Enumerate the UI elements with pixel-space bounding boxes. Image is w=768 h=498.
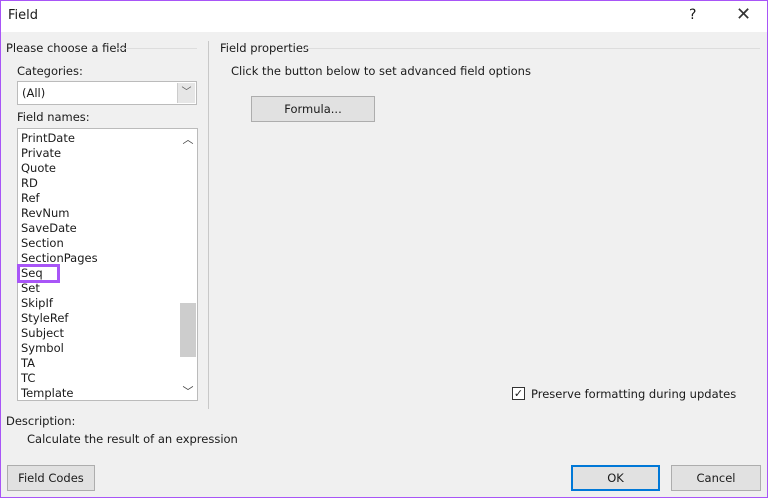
ok-button[interactable]: OK <box>571 465 660 491</box>
categories-label: Categories: <box>17 64 83 78</box>
choose-field-group-label: Please choose a field <box>6 41 127 55</box>
list-item[interactable]: Symbol <box>21 341 64 356</box>
list-item[interactable]: Section <box>21 236 64 251</box>
list-item[interactable]: Ref <box>21 191 40 206</box>
formula-button[interactable]: Formula... <box>251 96 375 122</box>
list-item[interactable]: StyleRef <box>21 311 68 326</box>
list-item[interactable]: RD <box>21 176 38 191</box>
list-item[interactable]: Set <box>21 281 40 296</box>
list-item[interactable]: Private <box>21 146 61 161</box>
instruction-text: Click the button below to set advanced f… <box>231 64 531 78</box>
list-item[interactable]: SaveDate <box>21 221 77 236</box>
categories-value: (All) <box>22 86 45 100</box>
preserve-formatting-checkbox[interactable]: ✓ <box>512 387 525 400</box>
list-item[interactable]: Quote <box>21 161 56 176</box>
list-item[interactable]: RevNum <box>21 206 69 221</box>
description-text: Calculate the result of an expression <box>27 432 238 446</box>
group-divider <box>117 48 197 49</box>
selection-highlight <box>17 264 60 283</box>
dialog-title: Field <box>8 8 38 23</box>
list-item[interactable]: Subject <box>21 326 64 341</box>
list-item[interactable]: PrintDate <box>21 131 75 146</box>
field-names-label: Field names: <box>17 110 90 124</box>
scroll-thumb[interactable] <box>180 303 196 357</box>
close-icon[interactable]: ✕ <box>736 4 751 25</box>
scroll-up-icon[interactable]: ︿ <box>179 131 197 147</box>
preserve-formatting-label[interactable]: Preserve formatting during updates <box>531 387 736 401</box>
chevron-down-icon[interactable]: ﹀ <box>177 83 195 103</box>
field-codes-button[interactable]: Field Codes <box>7 465 95 491</box>
help-icon[interactable]: ? <box>689 7 696 23</box>
field-dialog: Field ? ✕ Please choose a field Categori… <box>0 0 768 498</box>
group-divider <box>305 48 760 49</box>
field-properties-label: Field properties <box>220 41 309 55</box>
cancel-button[interactable]: Cancel <box>671 465 761 491</box>
description-label: Description: <box>6 414 75 428</box>
scroll-down-icon[interactable]: ﹀ <box>179 383 197 399</box>
list-item[interactable]: TA <box>21 356 35 371</box>
list-item[interactable]: TC <box>21 371 35 386</box>
list-item[interactable]: SkipIf <box>21 296 53 311</box>
list-scrollbar[interactable]: ︿ ﹀ <box>179 129 197 400</box>
vertical-divider <box>208 41 209 409</box>
title-bar: Field ? ✕ <box>1 1 767 32</box>
categories-dropdown[interactable]: (All) ﹀ <box>17 81 197 105</box>
list-item[interactable]: Template <box>21 386 73 401</box>
